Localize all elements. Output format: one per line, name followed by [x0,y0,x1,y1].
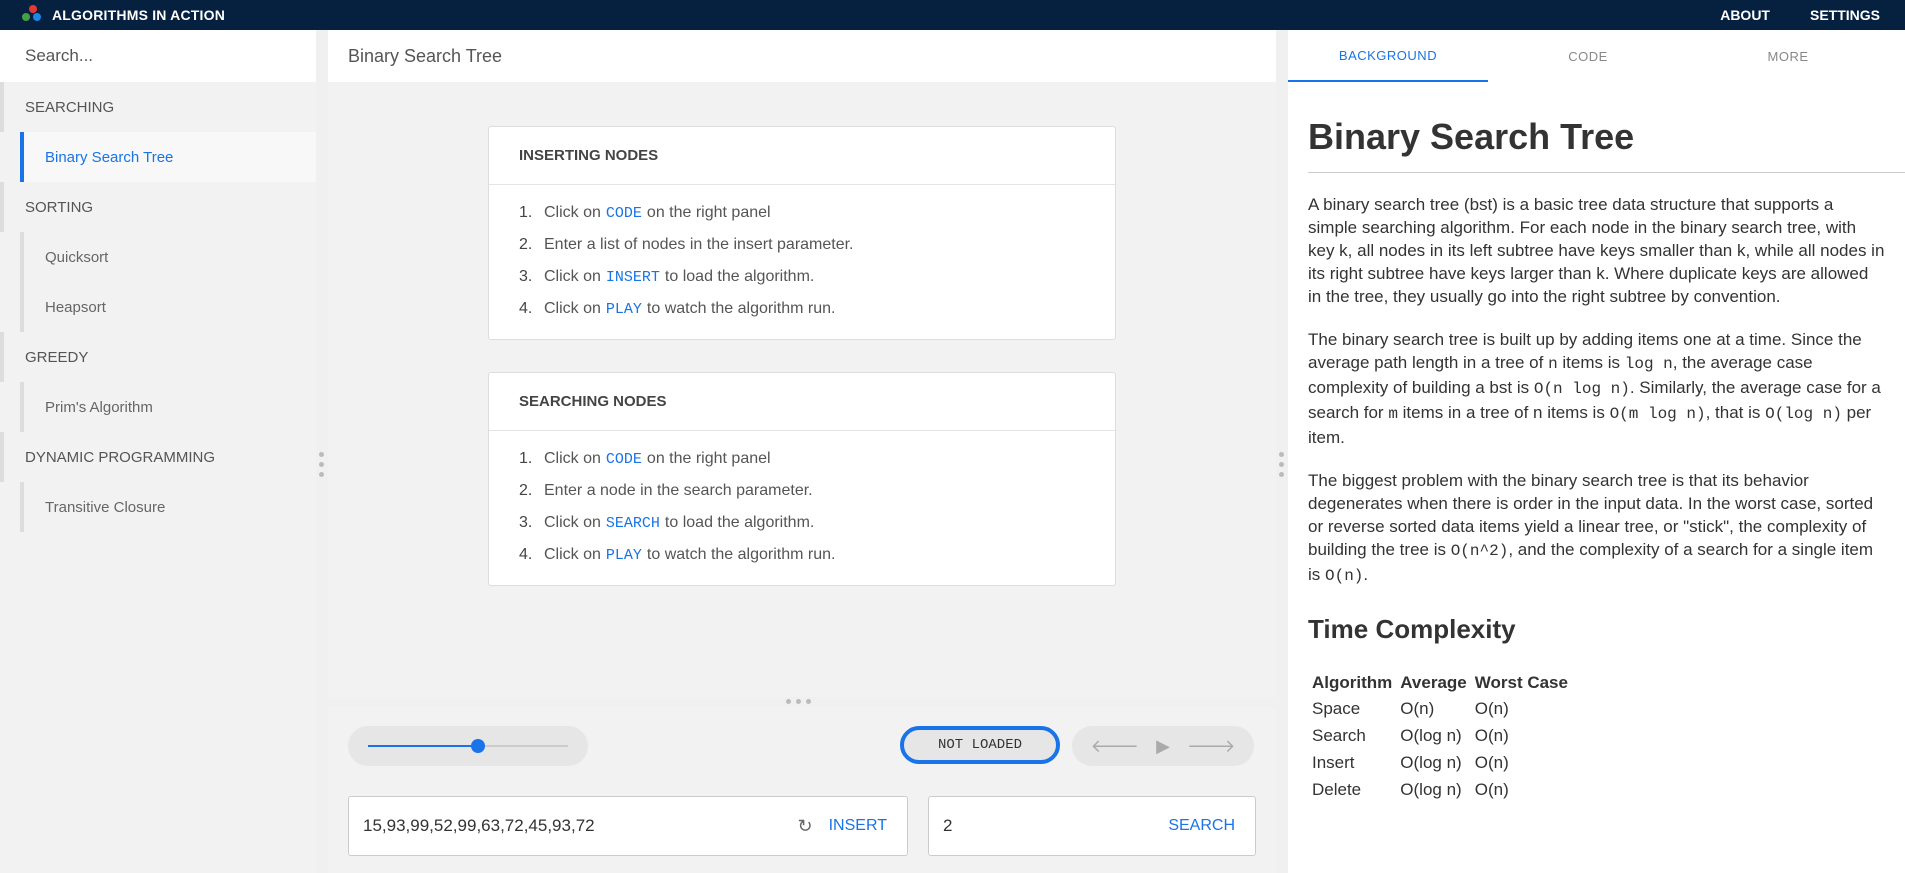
tab-bar: BACKGROUND CODE MORE [1288,30,1905,82]
category-dynamic-programming[interactable]: DYNAMIC PROGRAMMING [0,432,316,482]
grip-dot [796,699,801,704]
grip-dot [806,699,811,704]
right-panel: BACKGROUND CODE MORE Binary Search Tree … [1288,30,1905,873]
sidebar-item-transitive-closure[interactable]: Transitive Closure [20,482,316,532]
category-searching[interactable]: SEARCHING [0,82,316,132]
complexity-table: Algorithm Average Worst Case Space O(n) O(… [1308,671,1572,803]
grip-dot [786,699,791,704]
logo-dot-red [29,5,37,13]
app-logo-icon [22,5,44,25]
table-row: Space O(n) O(n) [1312,698,1509,718]
logo-dot-green [22,13,30,21]
list-item: 1. Click on CODE on the right panel [519,204,771,222]
card-heading: SEARCHING NODES [489,373,1115,431]
background-content: Binary Search Tree A binary search tree … [1288,82,1905,803]
paragraph-intro: A binary search tree (bst) is a basic tr… [1308,195,1885,306]
settings-link[interactable]: SETTINGS [1810,7,1880,23]
search-field[interactable]: 2 SEARCH [928,796,1256,856]
controls-panel: NOT LOADED 🡐 ▶ 🡒 15,93,99,52,99,63,72,45… [328,706,1276,873]
sidebar-item-prims-algorithm[interactable]: Prim's Algorithm [20,382,316,432]
list-item: 4. Click on PLAY to watch the algorithm run… [519,546,836,564]
search-value-input[interactable]: 2 [929,816,1168,836]
step-back-icon[interactable]: 🡐 [1091,736,1139,757]
play-icon[interactable]: ▶ [1156,736,1170,757]
category-sorting[interactable]: SORTING [0,182,316,232]
table-row: Delete O(log n) O(n) [1312,779,1509,799]
category-greedy[interactable]: GREEDY [0,332,316,382]
grip-dot [1279,472,1284,477]
list-item: 3. Click on SEARCH to load the algorithm. [519,514,815,532]
logo-dot-blue [33,13,41,21]
page-title: Binary Search Tree [328,30,1276,82]
table-row: Insert O(log n) O(n) [1312,752,1509,772]
right-resize-handle[interactable] [1276,30,1288,873]
app-title: ALGORITHMS IN ACTION [52,7,226,23]
paragraph-average-case: The binary search tree is built up by ad… [1308,330,1881,447]
slider-fill [368,745,478,747]
subheading-time-complexity: Time Complexity [1308,614,1516,644]
instructions-card-search: SEARCHING NODES 1. Click on CODE on the rig… [488,372,1116,586]
search-button[interactable]: SEARCH [1168,817,1235,835]
grip-dot [319,462,324,467]
about-link[interactable]: ABOUT [1720,7,1770,23]
sidebar-item-heapsort[interactable]: Heapsort [20,282,316,332]
search-input[interactable]: Search... [0,30,316,82]
list-item: 4. Click on PLAY to watch the algorithm run… [519,300,836,318]
list-item: 1. Click on CODE on the right panel [519,450,771,468]
center-panel: Binary Search Tree INSERTING NODES 1. Cli… [328,30,1276,873]
playback-controls: 🡐 ▶ 🡒 [1072,726,1254,766]
slider-thumb[interactable] [471,739,485,753]
steps-list: 1. Click on CODE on the right panel 2. Enter… [489,185,1115,339]
tab-more[interactable]: MORE [1688,30,1888,82]
list-item: 3. Click on INSERT to load the algorithm. [519,268,815,286]
tab-background[interactable]: BACKGROUND [1288,30,1488,82]
table-header-row: Algorithm Average Worst Case [1312,673,1568,692]
step-forward-icon[interactable]: 🡒 [1187,736,1235,757]
steps-list: 1. Click on CODE on the right panel 2. Enter… [489,431,1115,585]
sidebar-item-binary-search-tree[interactable]: Binary Search Tree [20,132,316,182]
tab-code[interactable]: CODE [1488,30,1688,82]
list-item: 2. Enter a list of nodes in the insert pa… [519,236,854,253]
instructions-card-insert: INSERTING NODES 1. Click on CODE on the rig… [488,126,1116,340]
grip-dot [1279,462,1284,467]
insert-field[interactable]: 15,93,99,52,99,63,72,45,93,72 ↻ INSERT [348,796,908,856]
grip-dot [1279,452,1284,457]
top-nav: ABOUT SETTINGS [1720,7,1880,23]
grip-dot [319,452,324,457]
visualization-area: INSERTING NODES 1. Click on CODE on the rig… [328,82,1276,697]
top-bar: ALGORITHMS IN ACTION ABOUT SETTINGS [0,0,1905,30]
sidebar: Search... SEARCHING Binary Search Tree S… [0,30,316,873]
insert-button[interactable]: INSERT [829,817,887,835]
grip-dot [319,472,324,477]
table-row: Search O(log n) O(n) [1312,725,1509,745]
speed-slider[interactable] [348,726,588,766]
list-item: 2. Enter a node in the search parameter. [519,482,813,499]
content-heading: Binary Search Tree [1308,100,1905,173]
card-heading: INSERTING NODES [489,127,1115,185]
slider-track [368,739,568,753]
refresh-icon[interactable]: ↻ [798,816,813,837]
left-resize-handle[interactable] [316,30,328,873]
paragraph-worst-case: The biggest problem with the binary sear… [1308,471,1874,585]
sidebar-item-quicksort[interactable]: Quicksort [20,232,316,282]
bottom-resize-handle[interactable] [328,697,1276,706]
status-badge: NOT LOADED [900,726,1060,764]
insert-input[interactable]: 15,93,99,52,99,63,72,45,93,72 [349,816,798,836]
